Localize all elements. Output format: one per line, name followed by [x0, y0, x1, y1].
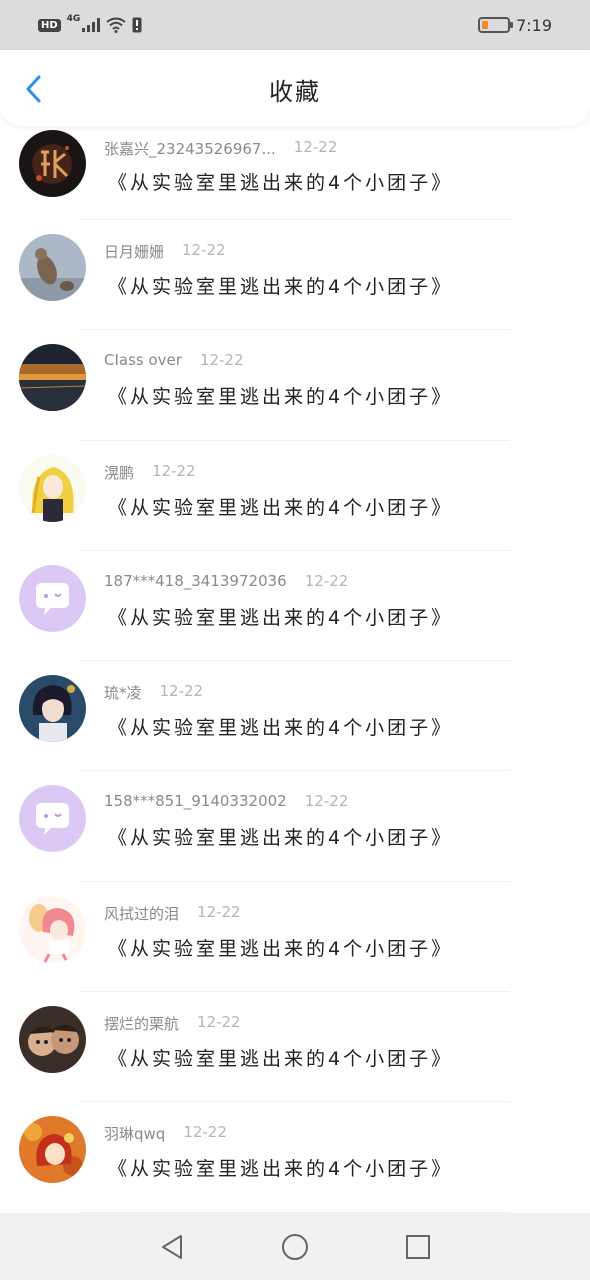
item-date: 12-22 — [304, 792, 349, 811]
nav-recents-button[interactable] — [403, 1232, 433, 1262]
author-name[interactable]: 日月姗姗 — [104, 241, 164, 262]
avatar[interactable] — [19, 564, 86, 632]
avatar[interactable] — [19, 1006, 86, 1074]
item-meta: 187***418_3413972036 12-22 — [104, 572, 348, 590]
item-date: 12-22 — [197, 902, 241, 921]
author-name[interactable]: 琉*凌 — [104, 682, 142, 703]
favorite-item[interactable]: 摆烂的栗航 12-22 《从实验室里逃出来的4个小团子》 — [0, 992, 590, 1103]
item-date: 12-22 — [183, 1123, 227, 1142]
item-title[interactable]: 《从实验室里逃出来的4个小团子》 — [108, 823, 453, 850]
avatar[interactable] — [19, 895, 86, 963]
hd-badge: HD — [38, 18, 61, 32]
nav-home-button[interactable] — [280, 1232, 310, 1262]
favorite-item[interactable]: 风拭过的泪 12-22 《从实验室里逃出来的4个小团子》 — [0, 882, 590, 993]
network-type: 4G — [66, 14, 81, 24]
item-title[interactable]: 《从实验室里逃出来的4个小团子》 — [108, 934, 453, 961]
item-title[interactable]: 《从实验室里逃出来的4个小团子》 — [108, 1044, 453, 1071]
favorite-item[interactable]: CIass over 12-22 《从实验室里逃出来的4个小团子》 — [0, 330, 590, 441]
status-bar: HD 4G 7:19 — [0, 0, 590, 50]
item-date: 12-22 — [304, 571, 349, 590]
item-date: 12-22 — [293, 138, 338, 156]
battery-icon — [478, 17, 514, 33]
item-date: 12-22 — [199, 351, 244, 370]
avatar[interactable] — [19, 234, 86, 301]
item-meta: 琉*凌 12-22 — [104, 682, 203, 703]
clock: 7:19 — [516, 15, 552, 35]
avatar[interactable] — [19, 344, 86, 412]
avatar[interactable] — [19, 1116, 86, 1184]
favorite-item[interactable]: 琉*凌 12-22 《从实验室里逃出来的4个小团子》 — [0, 661, 590, 772]
item-title[interactable]: 《从实验室里逃出来的4个小团子》 — [108, 493, 453, 520]
item-title[interactable]: 《从实验室里逃出来的4个小团子》 — [108, 382, 453, 409]
item-title[interactable]: 《从实验室里逃出来的4个小团子》 — [108, 168, 453, 195]
wifi-icon — [106, 17, 126, 33]
avatar[interactable] — [19, 130, 86, 197]
avatar[interactable] — [19, 454, 86, 522]
favorite-item[interactable]: 158***851_9140332002 12-22 《从实验室里逃出来的4个小团子… — [0, 771, 590, 882]
item-date: 12-22 — [159, 682, 204, 701]
sim-alert-icon — [132, 17, 142, 33]
circle-home-icon — [281, 1233, 308, 1260]
favorite-item[interactable]: 张嘉兴_23243526967... 12-22 《从实验室里逃出来的4个小团子》 — [0, 126, 590, 220]
triangle-back-icon — [161, 1234, 182, 1259]
favorite-item[interactable]: 羽琳qwq 12-22 《从实验室里逃出来的4个小团子》 — [0, 1102, 590, 1213]
item-date: 12-22 — [197, 1013, 241, 1032]
nav-back-button[interactable] — [157, 1232, 187, 1262]
page-title: 收藏 — [269, 78, 321, 106]
item-title[interactable]: 《从实验室里逃出来的4个小团子》 — [108, 603, 453, 630]
item-meta: 158***851_9140332002 12-22 — [104, 792, 348, 810]
item-title[interactable]: 《从实验室里逃出来的4个小团子》 — [108, 713, 453, 740]
item-meta: 风拭过的泪 12-22 — [104, 903, 241, 924]
author-name[interactable]: 风拭过的泪 — [104, 903, 179, 924]
favorite-item[interactable]: 滉鹏 12-22 《从实验室里逃出来的4个小团子》 — [0, 441, 590, 551]
item-meta: 日月姗姗 12-22 — [104, 241, 226, 262]
item-meta: 羽琳qwq 12-22 — [104, 1123, 227, 1144]
author-name[interactable]: 摆烂的栗航 — [104, 1013, 179, 1034]
favorite-item[interactable]: 187***418_3413972036 12-22 《从实验室里逃出来的4个小团子… — [0, 551, 590, 662]
signal-icon — [82, 18, 101, 32]
item-meta: 滉鹏 12-22 — [104, 462, 196, 483]
author-name[interactable]: CIass over — [104, 351, 182, 369]
avatar[interactable] — [19, 675, 86, 743]
author-name[interactable]: 158***851_9140332002 — [104, 792, 287, 810]
item-meta: 摆烂的栗航 12-22 — [104, 1013, 241, 1034]
favorite-item[interactable]: 日月姗姗 12-22 《从实验室里逃出来的4个小团子》 — [0, 220, 590, 331]
item-title[interactable]: 《从实验室里逃出来的4个小团子》 — [108, 1154, 453, 1181]
battery-level — [482, 21, 489, 29]
item-date: 12-22 — [152, 461, 196, 480]
item-meta: CIass over 12-22 — [104, 351, 244, 369]
item-date: 12-22 — [182, 241, 226, 259]
favorites-list[interactable]: 张嘉兴_23243526967... 12-22 《从实验室里逃出来的4个小团子》日… — [0, 126, 590, 1213]
author-name[interactable]: 滉鹏 — [104, 462, 134, 483]
author-name[interactable]: 张嘉兴_23243526967... — [104, 138, 276, 159]
header: 收藏 — [0, 50, 590, 126]
status-left: HD 4G — [38, 14, 142, 33]
status-right: 7:19 — [478, 16, 552, 35]
item-title[interactable]: 《从实验室里逃出来的4个小团子》 — [108, 272, 453, 299]
author-name[interactable]: 羽琳qwq — [104, 1123, 165, 1144]
system-nav-bar — [0, 1213, 590, 1280]
item-meta: 张嘉兴_23243526967... 12-22 — [104, 138, 337, 159]
author-name[interactable]: 187***418_3413972036 — [104, 572, 287, 590]
square-recents-icon — [406, 1234, 431, 1259]
avatar[interactable] — [19, 785, 86, 853]
